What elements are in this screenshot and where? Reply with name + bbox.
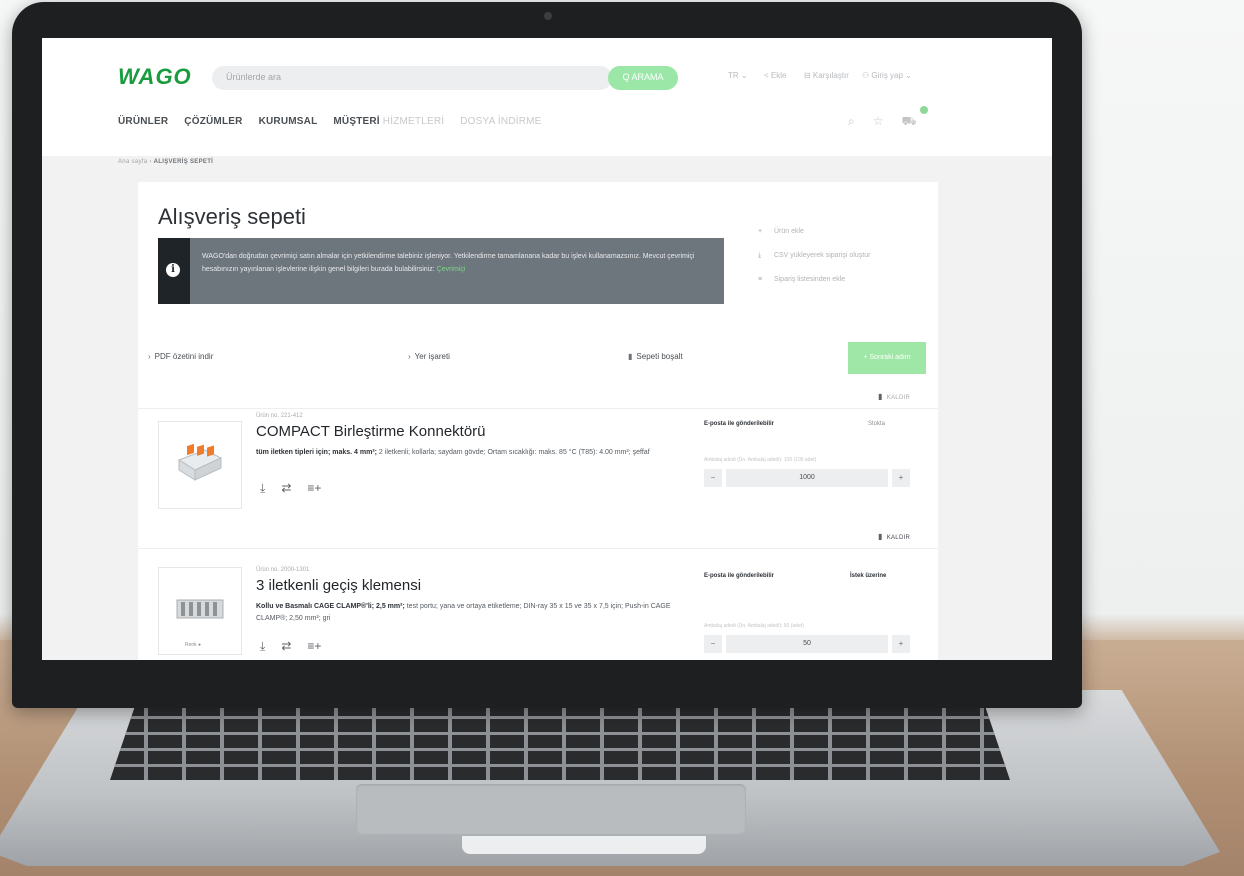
language-selector[interactable]: TR ⌄ [728, 71, 748, 80]
remove-item-button[interactable]: ▮ KALDIR [878, 532, 910, 541]
search-button[interactable]: Q ARAMA [608, 66, 678, 90]
color-label: Renk ● [185, 642, 202, 648]
product-sku: Ürün no. 221-412 [256, 413, 303, 419]
product-name[interactable]: 3 iletkenli geçiş klemensi [256, 577, 421, 594]
product-actions: ⤓ ⇄ ≡+ [260, 481, 321, 496]
search-icon[interactable]: ⌕ [848, 114, 855, 130]
quantity-increase-button[interactable]: + [892, 469, 910, 487]
account-link[interactable]: ⚇ Giriş yap ⌄ [862, 71, 912, 80]
quantity-label: Ambalaj adedi (Ün. Ambalaj adedi): 50 (a… [704, 623, 804, 629]
quantity-input[interactable]: 50 [726, 635, 888, 653]
laptop-lid: WAGO Ürünlerde ara Q ARAMA TR ⌄ < Ekle ⊟… [12, 2, 1082, 708]
nav-item-customer[interactable]: MÜŞTERİ HİZMETLERİ [333, 116, 444, 127]
list-icon: ≡ [758, 276, 763, 283]
plus-icon: + [758, 228, 763, 235]
info-banner-side: i [158, 238, 190, 304]
camera-icon [544, 12, 552, 20]
laptop-lid-notch [462, 836, 706, 854]
bookmark-link[interactable]: › Yer işareti [408, 352, 450, 361]
cart-action-bar: › PDF özetini indir › Yer işareti ▮ Sepeti … [138, 342, 938, 374]
chevron-right-icon: › [408, 352, 411, 361]
add-to-list-icon[interactable]: ≡+ [307, 639, 321, 654]
shipping-option: İstek üzerine [850, 573, 887, 579]
product-name[interactable]: COMPACT Birleştirme Konnektörü [256, 423, 486, 440]
breadcrumb-current: ALIŞVERİŞ SEPETİ [153, 159, 214, 165]
product-description: tüm iletken tipleri için; maks. 4 mm²; 2… [256, 449, 650, 456]
upload-icon: ⤓ [758, 252, 762, 259]
nav-item-solutions[interactable]: ÇÖZÜMLER [184, 116, 242, 127]
pdf-download-link[interactable]: › PDF özetini indir [148, 352, 213, 361]
next-step-button[interactable]: + Sonraki adım [848, 342, 926, 374]
quantity-decrease-button[interactable]: − [704, 469, 722, 487]
remove-item-button[interactable]: ▮ KALDIR [878, 392, 910, 401]
trash-icon: ▮ [878, 392, 883, 401]
download-icon[interactable]: ⤓ [260, 481, 265, 496]
quantity-decrease-button[interactable]: − [704, 635, 722, 653]
quantity-increase-button[interactable]: + [892, 635, 910, 653]
connector-image [177, 444, 223, 481]
cart-item: Ürün no. 221-412 COMPACT Birleştirme Kon… [138, 408, 938, 520]
download-icon[interactable]: ⤓ [260, 639, 265, 654]
shipping-option: Stokta [868, 421, 886, 427]
info-banner-text: WAGO'dan doğrudan çevrimiçi satın almala… [202, 253, 695, 273]
chevron-right-icon: › [148, 352, 151, 361]
search-input[interactable]: Ürünlerde ara [212, 66, 612, 90]
cart-count-badge [920, 106, 928, 114]
trash-icon: ▮ [628, 352, 633, 361]
wago-logo[interactable]: WAGO [118, 64, 192, 90]
order-list-link[interactable]: ≡ Sipariş listesinden ekle [758, 276, 845, 283]
product-thumbnail[interactable] [158, 421, 242, 509]
page-title: Alışveriş sepeti [158, 204, 306, 229]
site-header: WAGO Ürünlerde ara Q ARAMA TR ⌄ < Ekle ⊟… [42, 38, 1052, 156]
info-banner-link[interactable]: Çevrimiçi [437, 266, 466, 273]
trash-icon: ▮ [878, 532, 883, 541]
shipping-label: E-posta ile gönderilebilir [704, 573, 775, 579]
laptop-keyboard [110, 700, 1010, 780]
add-to-list-icon[interactable]: ≡+ [307, 481, 321, 496]
header-icons: ⌕ ☆ ⛟ [848, 114, 917, 130]
bookmark-icon[interactable]: ☆ [873, 114, 884, 130]
quantity-input[interactable]: 1000 [726, 469, 888, 487]
compare-icon[interactable]: ⇄ [281, 481, 291, 496]
cart-panel: Alışveriş sepeti i WAGO'dan doğrudan çev… [138, 182, 938, 660]
nav-item-services: HİZMETLERİ [382, 116, 445, 127]
breadcrumb-home[interactable]: Ana sayfa [118, 159, 147, 165]
nav-item-corporate[interactable]: KURUMSAL [259, 116, 318, 127]
breadcrumb-separator: › [149, 159, 152, 165]
info-banner: i WAGO'dan doğrudan çevrimiçi satın alma… [158, 238, 724, 304]
quantity-label: Ambalaj adedi (Ün. Ambalaj adedi): 100 (… [704, 457, 817, 463]
product-description: Kollu ve Basmalı CAGE CLAMP®'li; 2,5 mm²… [256, 603, 671, 622]
share-link[interactable]: < Ekle [764, 71, 786, 80]
browser-screen: WAGO Ürünlerde ara Q ARAMA TR ⌄ < Ekle ⊟… [42, 38, 1052, 660]
nav-item-downloads[interactable]: DOSYA İNDİRME [460, 116, 541, 127]
quantity-stepper: − 50 + [704, 635, 910, 653]
compare-link[interactable]: ⊟ Karşılaştır [804, 71, 849, 80]
main-nav: ÜRÜNLER ÇÖZÜMLER KURUMSAL MÜŞTERİ HİZMET… [118, 116, 542, 127]
cart-icon[interactable]: ⛟ [902, 114, 917, 130]
quantity-stepper: − 1000 + [704, 469, 910, 487]
cart-item: Renk ● Ürün no. 2000-1301 3 iletkenli ge… [138, 548, 938, 660]
clear-cart-button[interactable]: ▮ Sepeti boşalt [628, 352, 683, 361]
info-icon: i [166, 263, 180, 277]
compare-icon[interactable]: ⇄ [281, 639, 291, 654]
nav-item-products[interactable]: ÜRÜNLER [118, 116, 168, 127]
product-thumbnail[interactable]: Renk ● [158, 567, 242, 655]
shipping-label: E-posta ile gönderilebilir [704, 421, 775, 427]
add-product-link[interactable]: + Ürün ekle [758, 228, 804, 235]
breadcrumb: Ana sayfa › ALIŞVERİŞ SEPETİ [118, 159, 213, 165]
product-sku: Ürün no. 2000-1301 [256, 567, 310, 573]
csv-upload-link[interactable]: ⤓ CSV yükleyerek siparişi oluştur [758, 252, 870, 260]
product-actions: ⤓ ⇄ ≡+ [260, 639, 321, 654]
laptop-trackpad [356, 784, 746, 834]
terminal-block-image [176, 599, 224, 619]
